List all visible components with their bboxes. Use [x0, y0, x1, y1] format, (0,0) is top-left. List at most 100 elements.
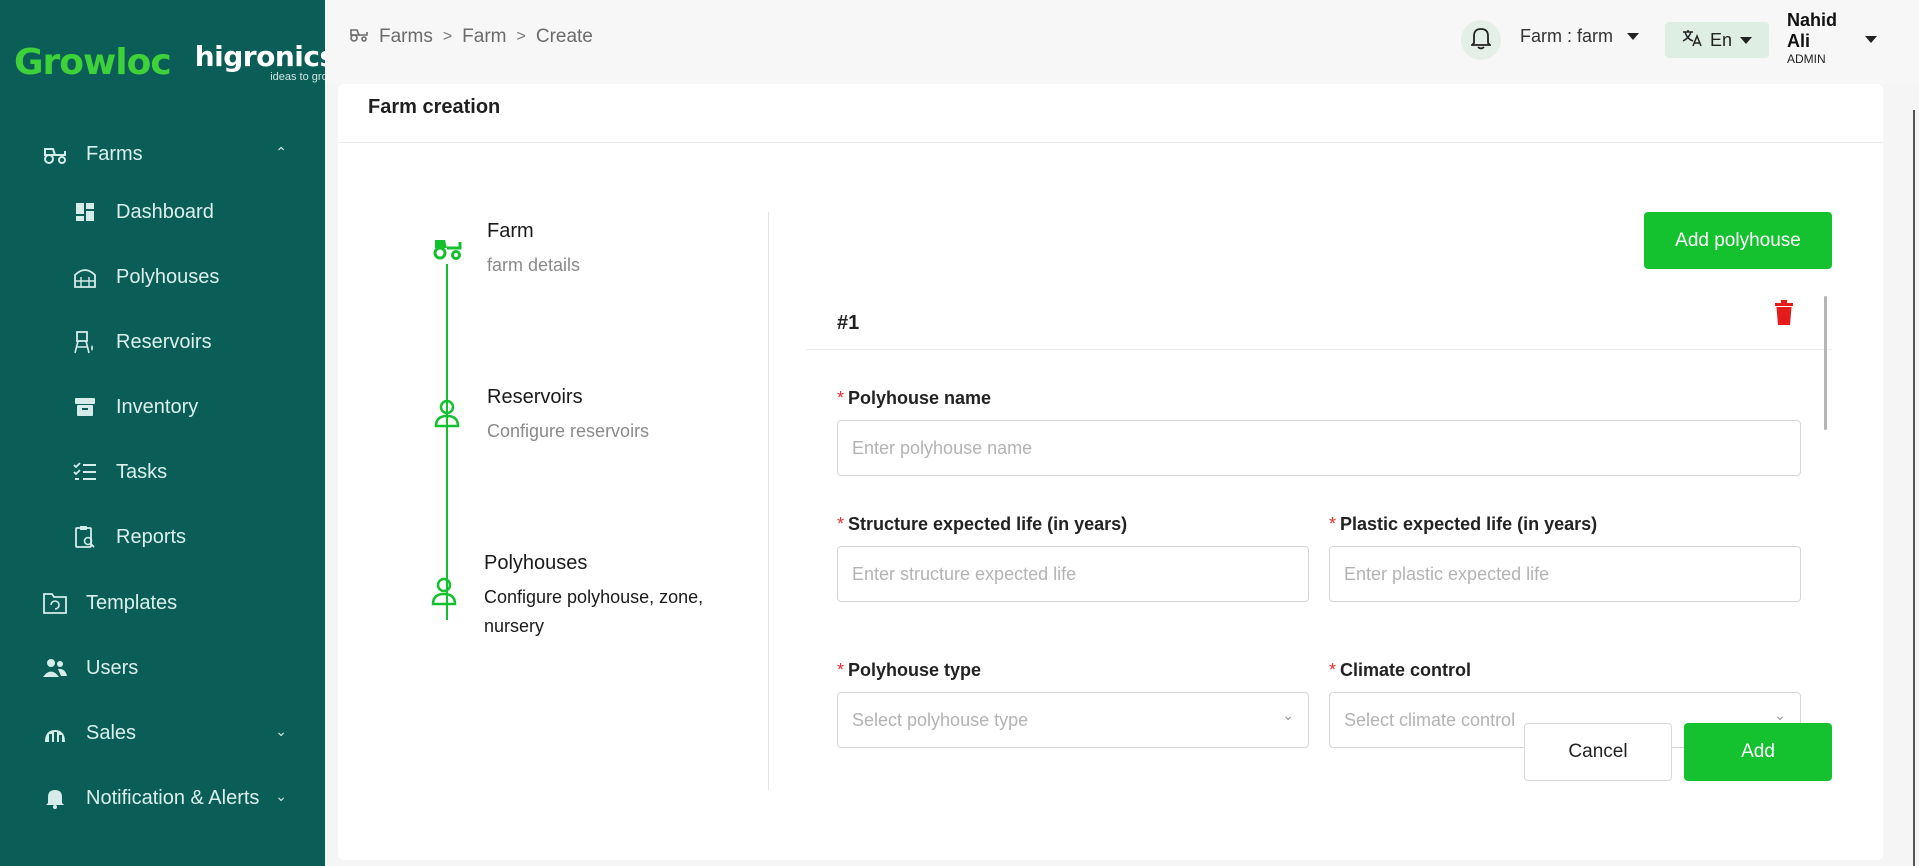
farm-selector-label: Farm : farm — [1520, 26, 1613, 46]
polyhouse-header: #1 — [806, 296, 1832, 350]
step-polyhouses-title[interactable]: Polyhouses — [484, 552, 587, 575]
structure-life-input[interactable]: Enter structure expected life — [837, 546, 1309, 602]
sidebar-item-tasks[interactable]: Tasks — [0, 450, 325, 494]
farm-creation-card: Farm creation Farm farm details Reservoi… — [338, 84, 1883, 860]
card-divider — [338, 142, 1883, 143]
sidebar-item-reservoirs[interactable]: Reservoirs — [0, 320, 325, 364]
sidebar-item-label: Users — [86, 656, 139, 679]
structure-life-label-text: Structure expected life (in years) — [848, 514, 1128, 534]
sidebar-item-label: Polyhouses — [116, 265, 220, 288]
climate-control-placeholder: Select climate control — [1344, 709, 1516, 730]
notification-button[interactable] — [1461, 20, 1501, 60]
sidebar-item-sales[interactable]: Sales ⌄ — [0, 711, 325, 755]
sidebar-item-notifications[interactable]: Notification & Alerts ⌄ — [0, 776, 325, 820]
form-scrollbar[interactable] — [1824, 296, 1827, 430]
required-marker: * — [837, 388, 845, 408]
breadcrumb-create: Create — [535, 26, 593, 47]
polyhouse-name-input[interactable]: Enter polyhouse name — [837, 420, 1801, 476]
page-scrollbar[interactable] — [1913, 110, 1915, 866]
sidebar-item-polyhouses[interactable]: Polyhouses — [0, 255, 325, 299]
step-reservoirs-description: Configure reservoirs — [487, 421, 650, 441]
polyhouse-form: #1 * Polyhouse name Enter polyhouse name … — [806, 296, 1832, 806]
sidebar-item-users[interactable]: Users — [0, 646, 325, 690]
step-polyhouses-icon[interactable] — [427, 574, 461, 608]
delete-polyhouse-button[interactable] — [1774, 300, 1798, 328]
sidebar-item-dashboard[interactable]: Dashboard — [0, 190, 325, 234]
trash-icon — [1774, 300, 1794, 330]
plastic-life-label: * Plastic expected life (in years) — [1329, 514, 1597, 535]
language-selector[interactable]: En — [1665, 22, 1769, 58]
sidebar: Growloc higronics ideas to grow Farms ⌃ … — [0, 0, 336, 866]
required-marker: * — [837, 514, 845, 534]
sidebar-item-inventory[interactable]: Inventory — [0, 385, 325, 429]
sidebar-item-label: Farms — [86, 142, 143, 165]
chevron-down-icon: ⌄ — [275, 723, 287, 739]
sidebar-item-farms[interactable]: Farms ⌃ — [0, 132, 325, 176]
plastic-life-input[interactable]: Enter plastic expected life — [1329, 546, 1801, 602]
user-menu[interactable]: Nahid Ali ADMIN — [1787, 10, 1837, 67]
step-farm-description: farm details — [487, 255, 581, 275]
user-menu-caret[interactable] — [1865, 30, 1877, 48]
cancel-button[interactable]: Cancel — [1524, 723, 1672, 781]
chevron-up-icon: ⌃ — [275, 144, 287, 160]
sidebar-item-label: Reports — [116, 525, 187, 548]
sidebar-item-label: Inventory — [116, 395, 199, 418]
higronics-logo-text: higronics — [194, 40, 336, 73]
top-bar: Farms > Farm > Create Farm : farm En Nah… — [325, 0, 1919, 84]
required-marker: * — [837, 660, 845, 680]
required-marker: * — [1329, 514, 1337, 534]
step-farm-title[interactable]: Farm — [487, 220, 534, 243]
polyhouse-name-label: * Polyhouse name — [837, 388, 991, 409]
step-polyhouses-description-line2: nursery — [484, 616, 545, 636]
sidebar-item-label: Reservoirs — [116, 330, 212, 353]
breadcrumb-farm[interactable]: Farm — [462, 26, 506, 48]
page-title: Farm creation — [368, 96, 501, 118]
sidebar-item-label: Templates — [86, 591, 178, 614]
sidebar-item-label: Dashboard — [116, 200, 214, 223]
chevron-down-icon: ⌄ — [275, 788, 287, 804]
add-polyhouse-button[interactable]: Add polyhouse — [1644, 212, 1832, 269]
polyhouse-type-select[interactable]: Select polyhouse type ⌄ — [837, 692, 1309, 748]
add-button[interactable]: Add — [1684, 723, 1832, 781]
structure-life-label: * Structure expected life (in years) — [837, 514, 1127, 535]
polyhouse-type-placeholder: Select polyhouse type — [852, 709, 1029, 730]
caret-down-icon — [1740, 36, 1753, 44]
farm-selector[interactable]: Farm : farm — [1520, 26, 1639, 47]
sidebar-item-reports[interactable]: Reports — [0, 515, 325, 559]
report-icon — [72, 524, 98, 550]
breadcrumb: Farms > Farm > Create — [349, 26, 593, 48]
tractor-icon — [349, 26, 369, 48]
sidebar-item-label: Sales — [86, 721, 137, 744]
stepper-divider — [768, 212, 769, 790]
step-reservoirs-title[interactable]: Reservoirs — [487, 386, 583, 409]
growloc-logo[interactable]: Growloc — [14, 42, 172, 83]
sales-chart-icon — [42, 720, 68, 746]
polyhouse-number: #1 — [837, 312, 860, 334]
translate-icon — [1682, 29, 1702, 52]
climate-control-label-text: Climate control — [1340, 660, 1472, 680]
breadcrumb-separator: > — [442, 28, 453, 45]
caret-down-icon — [1627, 33, 1639, 40]
chevron-down-icon: ⌄ — [1774, 707, 1786, 723]
brand-logos: Growloc higronics ideas to grow — [14, 40, 336, 83]
climate-control-label: * Climate control — [1329, 660, 1471, 681]
sidebar-item-label: Notification & Alerts — [86, 786, 260, 809]
higronics-logo: higronics ideas to grow — [195, 40, 336, 83]
user-name-first: Nahid — [1787, 10, 1838, 30]
step-farm-icon[interactable] — [430, 230, 464, 264]
required-marker: * — [1329, 660, 1337, 680]
step-reservoirs-icon[interactable] — [430, 396, 464, 430]
plastic-life-label-text: Plastic expected life (in years) — [1340, 514, 1598, 534]
dashboard-icon — [72, 199, 98, 225]
breadcrumb-farms[interactable]: Farms — [379, 26, 433, 48]
checklist-icon — [72, 459, 98, 485]
step-polyhouses-description-line1: Configure polyhouse, zone, — [484, 587, 704, 607]
chevron-down-icon: ⌄ — [1282, 707, 1294, 723]
users-icon — [42, 655, 68, 681]
user-role: ADMIN — [1787, 52, 1826, 67]
tractor-icon — [42, 141, 68, 167]
sidebar-item-templates[interactable]: Templates — [0, 581, 325, 625]
template-icon — [42, 590, 68, 616]
bell-icon — [42, 785, 68, 811]
sidebar-item-label: Tasks — [116, 460, 168, 483]
